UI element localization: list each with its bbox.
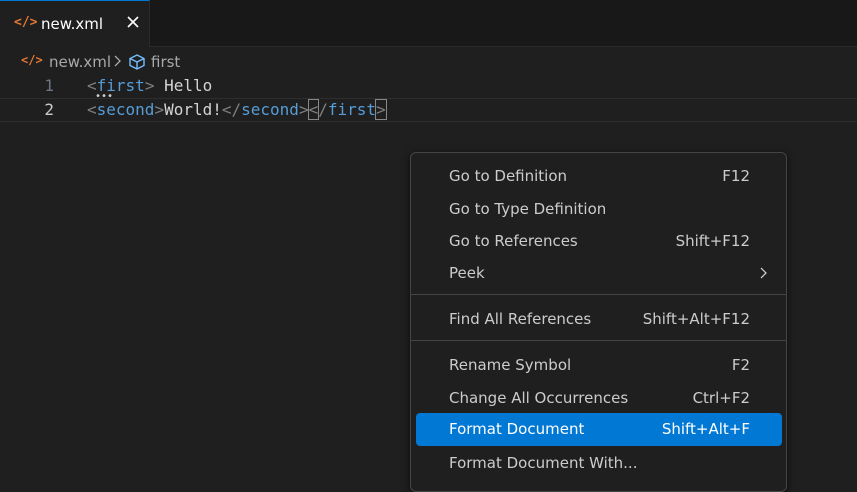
menu-item-label: Go to References xyxy=(449,232,578,250)
menu-item-label: Peek xyxy=(449,264,485,282)
chevron-right-icon xyxy=(758,266,768,284)
menu-item-rename-symbol[interactable]: Rename Symbol F2 xyxy=(416,349,782,382)
menu-item-find-all-references[interactable]: Find All References Shift+Alt+F12 xyxy=(416,303,782,336)
tab-label: new.xml xyxy=(41,15,104,33)
menu-item-go-to-type-definition[interactable]: Go to Type Definition xyxy=(416,193,782,226)
code-text: <second>World!</second></first> xyxy=(87,99,387,120)
xml-tag: first xyxy=(327,100,377,119)
code-line: 1 <first> Hello ••• xyxy=(0,74,857,102)
menu-item-shortcut: F2 xyxy=(731,356,750,374)
chevron-right-icon xyxy=(112,54,122,72)
breadcrumb: </> new.xml first xyxy=(0,50,857,74)
menu-item-label: Format Document xyxy=(449,420,585,438)
breadcrumb-file[interactable]: new.xml xyxy=(49,53,111,71)
code-line: 2 <second>World!</second></first> xyxy=(0,98,857,122)
menu-item-label: Find All References xyxy=(449,310,592,328)
tab-new-xml[interactable]: </> new.xml xyxy=(0,0,150,47)
menu-item-peek[interactable]: Peek xyxy=(416,257,782,290)
menu-item-go-to-definition[interactable]: Go to Definition F12 xyxy=(416,160,782,193)
xml-text: Hello xyxy=(154,76,213,95)
menu-separator xyxy=(411,340,786,341)
menu-item-change-all-occurrences[interactable]: Change All Occurrences Ctrl+F2 xyxy=(416,382,782,415)
menu-item-format-document[interactable]: Format Document Shift+Alt+F xyxy=(416,413,782,446)
xml-text: World! xyxy=(164,100,222,119)
menu-item-shortcut: F12 xyxy=(722,167,750,185)
menu-item-label: Go to Type Definition xyxy=(449,200,607,218)
xml-file-icon: </> xyxy=(14,15,38,30)
menu-item-label: Rename Symbol xyxy=(449,356,572,374)
menu-item-go-to-references[interactable]: Go to References Shift+F12 xyxy=(416,225,782,258)
menu-item-label: Format Document With... xyxy=(449,454,638,472)
close-icon[interactable] xyxy=(122,11,144,33)
line-number: 1 xyxy=(44,76,54,95)
xml-tag: second xyxy=(96,100,155,119)
menu-item-shortcut: Shift+Alt+F xyxy=(661,420,750,438)
symbol-field-icon xyxy=(128,53,146,75)
xml-file-icon: </> xyxy=(21,53,43,67)
tab-bar: </> new.xml xyxy=(0,0,857,47)
menu-separator xyxy=(411,294,786,295)
menu-item-label: Change All Occurrences xyxy=(449,389,629,407)
breadcrumb-symbol[interactable]: first xyxy=(151,53,180,71)
menu-item-shortcut: Shift+F12 xyxy=(675,232,750,250)
line-number: 2 xyxy=(44,100,54,119)
menu-item-shortcut: Ctrl+F2 xyxy=(692,389,750,407)
menu-item-shortcut: Shift+Alt+F12 xyxy=(642,310,750,328)
xml-tag: second xyxy=(241,100,299,119)
context-menu: Go to Definition F12 Go to Type Definiti… xyxy=(410,152,787,492)
menu-item-format-document-with[interactable]: Format Document With... xyxy=(416,447,782,480)
menu-item-label: Go to Definition xyxy=(449,167,568,185)
